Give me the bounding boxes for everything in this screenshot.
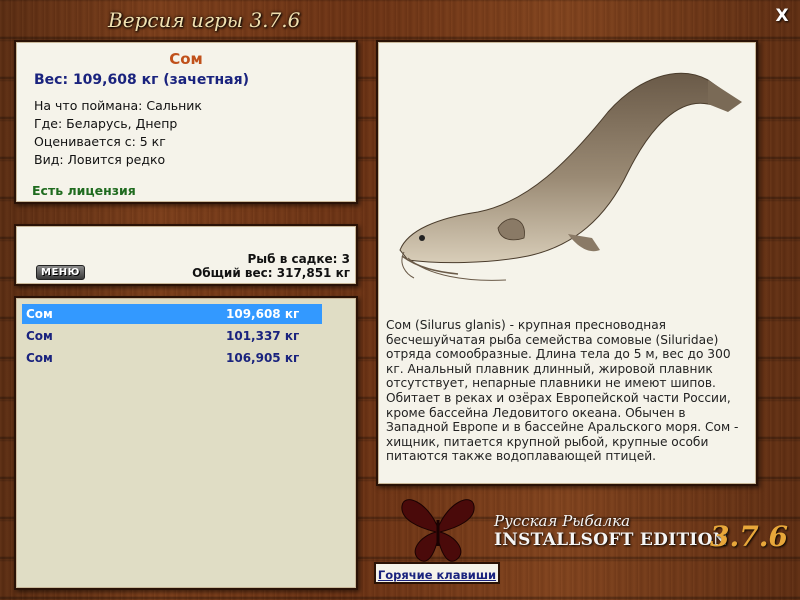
license-status: Есть лицензия [32, 183, 136, 198]
catch-row-name: Сом [26, 329, 53, 343]
catch-row[interactable]: Сом 106,905 кг [22, 348, 322, 368]
brand-version: 3.7.6 [710, 520, 788, 553]
hotkeys-button[interactable]: Горячие клавиши [374, 562, 500, 584]
catch-row-weight: 101,337 кг [226, 329, 300, 343]
fish-weight: Вес: 109,608 кг (зачетная) [34, 72, 249, 88]
fish-info-panel: Сом Вес: 109,608 кг (зачетная) На что по… [14, 40, 358, 204]
fish-description-panel: Сом (Silurus glanis) - крупная пресновод… [376, 40, 758, 486]
butterfly-logo-icon [401, 499, 475, 562]
fish-name: Сом [169, 50, 203, 68]
fish-description: Сом (Silurus glanis) - крупная пресновод… [386, 318, 739, 464]
catch-row-name: Сом [26, 307, 53, 321]
catch-row[interactable]: Сом 109,608 кг [22, 304, 322, 324]
brand-title: Русская Рыбалка [494, 512, 631, 530]
caught-on: На что поймана: Сальник [34, 98, 202, 113]
fish-kind: Вид: Ловится редко [34, 152, 166, 167]
catch-list-panel: Сом 109,608 кг Сом 101,337 кг Сом 106,90… [14, 296, 358, 590]
total-weight: Общий вес: 317,851 кг [192, 266, 350, 280]
catch-row-weight: 109,608 кг [226, 307, 300, 321]
window-title: Версия игры 3.7.6 [108, 8, 301, 32]
caught-where: Где: Беларусь, Днепр [34, 116, 178, 131]
fish-count: Рыб в садке: 3 [247, 252, 351, 266]
menu-button[interactable]: МЕНЮ [36, 265, 85, 280]
close-icon: X [775, 6, 789, 26]
catch-row[interactable]: Сом 101,337 кг [22, 326, 322, 346]
catfish-image [399, 72, 742, 281]
keepnet-stats-panel: Рыб в садке: 3 Общий вес: 317,851 кг МЕН… [14, 224, 358, 286]
catch-row-weight: 106,905 кг [226, 351, 300, 365]
brand-edition: INSTALLSOFT EDITION [494, 530, 729, 550]
close-button[interactable]: X [772, 6, 792, 26]
catch-row-name: Сом [26, 351, 53, 365]
rated-from: Оценивается с: 5 кг [34, 134, 166, 149]
